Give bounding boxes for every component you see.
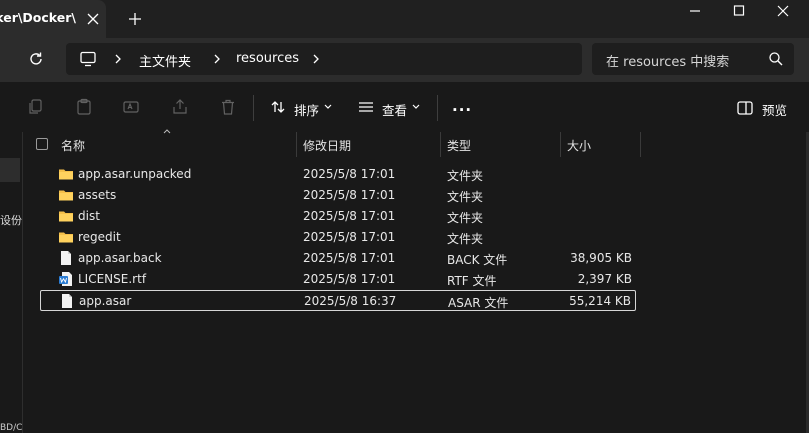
sort-icon[interactable] — [270, 99, 286, 115]
folder-icon — [58, 187, 74, 203]
chevron-down-icon[interactable] — [411, 103, 421, 111]
column-divider[interactable] — [560, 132, 561, 157]
file-date: 2025/5/8 16:37 — [304, 294, 397, 308]
preview-pane-icon[interactable] — [737, 100, 753, 116]
file-name: regedit — [78, 230, 121, 244]
column-divider[interactable] — [640, 132, 641, 157]
minimize-icon[interactable] — [687, 4, 703, 18]
file-size: 55,214 KB — [569, 294, 631, 308]
view-icon[interactable] — [358, 99, 374, 115]
close-window-icon[interactable] — [775, 4, 791, 18]
rename-icon[interactable] — [122, 98, 140, 116]
file-icon — [59, 293, 75, 309]
file-name: dist — [78, 209, 100, 223]
file-date: 2025/5/8 17:01 — [303, 188, 396, 202]
file-date: 2025/5/8 17:01 — [303, 230, 396, 244]
share-icon[interactable] — [171, 98, 189, 116]
column-header-date[interactable]: 修改日期 — [303, 137, 351, 154]
column-divider[interactable] — [296, 132, 297, 157]
chevron-right-icon[interactable] — [212, 52, 222, 66]
file-type: 文件夹 — [447, 169, 484, 183]
file-date: 2025/5/8 17:01 — [303, 272, 396, 286]
file-type: RTF 文件 — [447, 274, 497, 288]
sort-button[interactable]: 排序 — [294, 100, 319, 119]
preview-button[interactable]: 预览 — [762, 100, 787, 119]
file-row[interactable]: app.asar.unpacked 2025/5/8 17:01 文件夹 — [40, 164, 636, 185]
chevron-down-icon[interactable] — [323, 103, 333, 111]
delete-icon[interactable] — [219, 98, 237, 116]
chevron-right-icon[interactable] — [113, 52, 123, 66]
more-options-button[interactable]: ... — [452, 97, 472, 115]
view-button[interactable]: 查看 — [382, 100, 407, 119]
file-size: 38,905 KB — [570, 251, 632, 265]
word-doc-icon — [58, 271, 74, 287]
column-header-type[interactable]: 类型 — [447, 137, 471, 154]
file-name: LICENSE.rtf — [78, 272, 147, 286]
refresh-icon[interactable] — [27, 50, 45, 68]
file-name: app.asar — [79, 294, 132, 308]
file-row-focused[interactable]: app.asar 2025/5/8 16:37 ASAR 文件 55,214 K… — [40, 290, 636, 311]
chevron-right-icon[interactable] — [311, 52, 321, 66]
file-type: 文件夹 — [447, 211, 484, 225]
nav-selected-item[interactable] — [0, 158, 20, 182]
select-all-checkbox[interactable] — [36, 138, 48, 150]
file-size: 2,397 KB — [577, 272, 632, 286]
search-icon[interactable] — [768, 51, 784, 67]
file-row[interactable]: assets 2025/5/8 17:01 文件夹 — [40, 185, 636, 206]
breadcrumb-resources[interactable]: resources — [236, 51, 299, 66]
sort-ascending-icon — [163, 129, 171, 134]
file-type: 文件夹 — [447, 232, 484, 246]
file-name: assets — [78, 188, 117, 202]
folder-icon — [58, 229, 74, 245]
new-tab-icon[interactable] — [127, 11, 143, 27]
file-row[interactable]: app.asar.back 2025/5/8 17:01 BACK 文件 38,… — [40, 248, 636, 269]
file-row[interactable]: regedit 2025/5/8 17:01 文件夹 — [40, 227, 636, 248]
file-name: app.asar.back — [78, 251, 162, 265]
copy-icon[interactable] — [26, 98, 44, 116]
maximize-icon[interactable] — [731, 4, 747, 18]
file-type: BACK 文件 — [447, 253, 508, 267]
tab-title: \Docker\Docker — [0, 10, 76, 25]
column-header-name[interactable]: 名称 — [61, 137, 85, 154]
paste-icon[interactable] — [75, 98, 93, 116]
column-header-size[interactable]: 大小 — [567, 137, 591, 154]
folder-icon — [58, 208, 74, 224]
close-tab-icon[interactable] — [86, 12, 100, 26]
file-row[interactable]: dist 2025/5/8 17:01 文件夹 — [40, 206, 636, 227]
nav-item-label-bottom[interactable]: BD/C — [0, 423, 22, 433]
file-icon — [58, 250, 74, 266]
search-placeholder: 在 resources 中搜索 — [606, 55, 730, 70]
toolbar-divider — [253, 95, 254, 121]
file-type: ASAR 文件 — [448, 296, 509, 310]
this-pc-icon[interactable] — [79, 50, 97, 68]
folder-icon — [58, 166, 74, 182]
file-name: app.asar.unpacked — [78, 167, 192, 181]
nav-item-label[interactable]: 设份存 — [0, 212, 22, 228]
breadcrumb-home[interactable]: 主文件夹 — [139, 51, 191, 70]
column-divider[interactable] — [440, 132, 441, 157]
file-date: 2025/5/8 17:01 — [303, 209, 396, 223]
toolbar-divider — [437, 95, 438, 121]
file-date: 2025/5/8 17:01 — [303, 167, 396, 181]
file-date: 2025/5/8 17:01 — [303, 251, 396, 265]
file-row[interactable]: LICENSE.rtf 2025/5/8 17:01 RTF 文件 2,397 … — [40, 269, 636, 290]
file-type: 文件夹 — [447, 190, 484, 204]
